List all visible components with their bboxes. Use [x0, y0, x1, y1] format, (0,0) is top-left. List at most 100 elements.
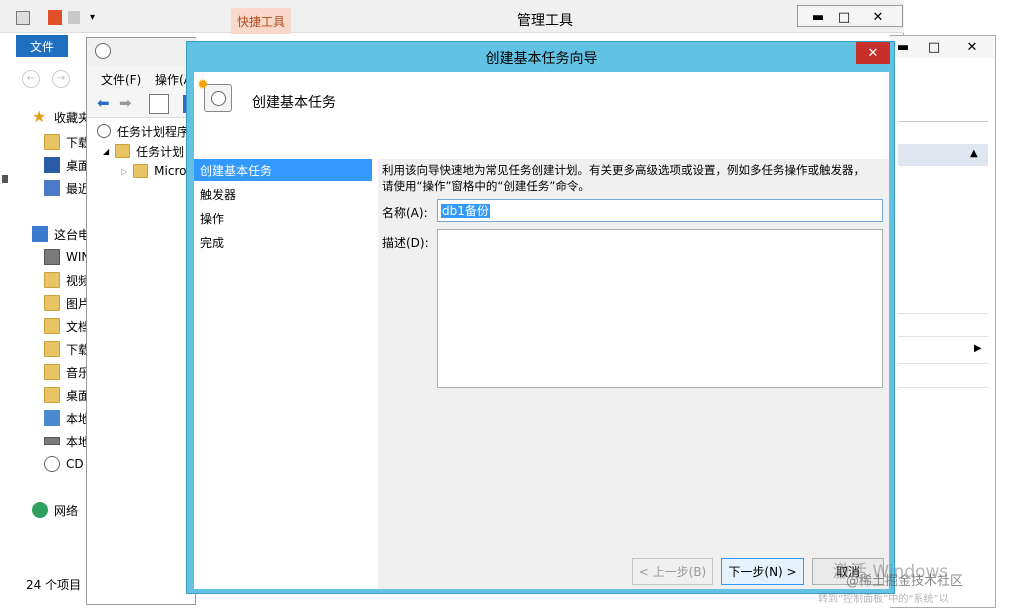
- close-icon: ✕: [867, 45, 879, 61]
- document-folder-icon: [44, 318, 60, 334]
- network-drive-icon: [44, 249, 60, 265]
- tree-item-task-library[interactable]: ◢ 任务计划: [103, 140, 184, 162]
- star-icon: ★: [32, 107, 47, 126]
- step-finish[interactable]: 完成: [194, 231, 372, 253]
- scheduler-titlebar: [87, 38, 197, 66]
- back-arrow-icon[interactable]: ⬅: [97, 96, 110, 111]
- qat-dropdown-icon[interactable]: ▾: [90, 12, 95, 23]
- wizard-header-title: 创建基本任务: [252, 95, 336, 111]
- nav-item-network[interactable]: 网络: [32, 499, 78, 521]
- new-folder-icon[interactable]: [48, 10, 62, 25]
- quick-tools-tab[interactable]: 快捷工具: [231, 8, 291, 34]
- expand-arrow-icon[interactable]: ◢: [103, 147, 109, 156]
- nav-item-documents[interactable]: 文档: [44, 315, 88, 337]
- submenu-arrow-icon[interactable]: ▶: [974, 343, 982, 354]
- next-button[interactable]: 下一步(N) >: [721, 558, 804, 585]
- nav-item-favorites[interactable]: ★ 收藏夹: [32, 106, 88, 128]
- video-folder-icon: [44, 272, 60, 288]
- cd-drive-icon: [44, 456, 60, 472]
- wizard-header: ✹ 创建基本任务: [194, 72, 889, 159]
- explorer-title: 管理工具: [517, 13, 573, 29]
- clock-icon: [95, 43, 111, 59]
- actions-pane-divider: [898, 336, 988, 337]
- forward-arrow-icon[interactable]: →: [52, 70, 70, 88]
- background-window-controls: ▬ □ ✕: [890, 36, 994, 58]
- actions-pane-divider: [898, 363, 988, 364]
- wizard-description: 利用该向导快速地为常见任务创建计划。有关更多高级选项或设置，例如多任务操作或触发…: [382, 163, 865, 193]
- download-folder-icon: [44, 134, 60, 150]
- wizard-title: 创建基本任务向导: [485, 51, 598, 67]
- menu-file[interactable]: 文件(F): [101, 71, 141, 88]
- back-arrow-icon[interactable]: ←: [22, 70, 40, 88]
- tree-item-task-scheduler[interactable]: 任务计划程序: [97, 120, 189, 142]
- scheduler-tree: 任务计划程序 ◢ 任务计划 ▷ Micro: [87, 120, 197, 604]
- actions-pane-divider: [898, 121, 988, 122]
- side-marker: [2, 175, 8, 183]
- show-hide-tree-icon[interactable]: [149, 94, 169, 114]
- activate-windows-hint: 转到“控制面板”中的“系统”以: [818, 594, 949, 605]
- close-icon[interactable]: ✕: [854, 6, 902, 28]
- network-icon: [32, 502, 48, 518]
- local-disk-icon: [44, 437, 60, 445]
- forward-arrow-icon[interactable]: ➡: [119, 96, 132, 111]
- nav-item-desktop[interactable]: 桌面: [44, 154, 88, 176]
- collapse-arrow-icon[interactable]: ▷: [121, 167, 127, 176]
- create-basic-task-wizard: 创建基本任务向导 ✕ ✹ 创建基本任务 创建基本任务 触发器 操作 完成 利用该…: [186, 41, 895, 594]
- nav-item-recent[interactable]: 最近: [44, 177, 88, 199]
- local-disk-icon: [44, 410, 60, 426]
- wizard-client: ✹ 创建基本任务 创建基本任务 触发器 操作 完成 利用该向导快速地为常见任务创…: [194, 72, 889, 589]
- scheduler-menubar: 文件(F) 操作(A: [87, 66, 197, 90]
- nav-item-pictures[interactable]: 图片: [44, 292, 88, 314]
- actions-pane-divider: [898, 387, 988, 388]
- folder-icon[interactable]: [68, 11, 80, 24]
- community-watermark: @稀土掘金技术社区: [846, 574, 964, 589]
- desktop-icon: [44, 157, 60, 173]
- file-tab[interactable]: 文件: [16, 35, 68, 57]
- nav-item-music[interactable]: 音乐: [44, 361, 88, 383]
- description-label: 描述(D):: [382, 236, 429, 250]
- music-folder-icon: [44, 364, 60, 380]
- actions-pane-divider: [898, 313, 988, 314]
- close-icon[interactable]: ✕: [950, 36, 994, 58]
- nav-item-desktop-2[interactable]: 桌面: [44, 384, 88, 406]
- name-field-value: db1备份: [441, 204, 490, 218]
- navigation-pane: ★ 收藏夹 下载 桌面 最近 这台电 WIN 视频 图片 文档 下载 音乐 桌面 …: [12, 100, 88, 530]
- explorer-titlebar: ▾ 快捷工具 管理工具 ▬ □ ✕: [0, 0, 904, 34]
- step-create-basic-task[interactable]: 创建基本任务: [194, 159, 372, 181]
- clock-icon: [97, 124, 111, 138]
- nav-item-downloads-2[interactable]: 下载: [44, 338, 88, 360]
- recent-icon: [44, 180, 60, 196]
- nav-item-videos[interactable]: 视频: [44, 269, 88, 291]
- nav-item-downloads[interactable]: 下载: [44, 131, 88, 153]
- wizard-close-button[interactable]: ✕: [856, 42, 890, 64]
- nav-item-win[interactable]: WIN: [44, 246, 88, 268]
- description-field[interactable]: [437, 229, 883, 388]
- clock-icon: [211, 91, 226, 106]
- properties-icon[interactable]: [16, 11, 30, 25]
- folder-icon: [133, 164, 149, 178]
- picture-folder-icon: [44, 295, 60, 311]
- wizard-steps: 创建基本任务 触发器 操作 完成: [194, 159, 378, 589]
- background-window: ▬ □ ✕ ▲ ▶: [890, 35, 996, 608]
- tree-item-microsoft[interactable]: ▷ Micro: [121, 160, 186, 182]
- task-scheduler-window: 文件(F) 操作(A ⬅ ➡ 任务计划程序 ◢ 任务计划 ▷ Micro: [86, 37, 197, 605]
- back-button[interactable]: < 上一步(B): [632, 558, 713, 585]
- explorer-window-controls: ▬ □ ✕: [797, 5, 903, 27]
- download-folder-icon: [44, 341, 60, 357]
- computer-icon: [32, 226, 48, 242]
- step-action[interactable]: 操作: [194, 207, 372, 229]
- desktop-folder-icon: [44, 387, 60, 403]
- scheduler-toolbar: ⬅ ➡: [87, 90, 197, 118]
- nav-item-local-disk[interactable]: 本地: [44, 407, 88, 429]
- nav-item-local-disk-2[interactable]: 本地: [44, 430, 88, 452]
- task-wizard-icon: ✹: [197, 77, 232, 112]
- name-field[interactable]: db1备份: [437, 199, 883, 222]
- maximize-icon[interactable]: □: [920, 36, 948, 58]
- nav-item-cd[interactable]: CD: [44, 453, 84, 475]
- collapse-up-icon[interactable]: ▲: [970, 148, 978, 159]
- step-trigger[interactable]: 触发器: [194, 183, 372, 205]
- nav-item-this-pc[interactable]: 这台电: [32, 223, 88, 245]
- folder-icon: [115, 144, 131, 158]
- name-label: 名称(A):: [382, 206, 428, 220]
- status-bar-count: 24 个项目: [26, 578, 82, 592]
